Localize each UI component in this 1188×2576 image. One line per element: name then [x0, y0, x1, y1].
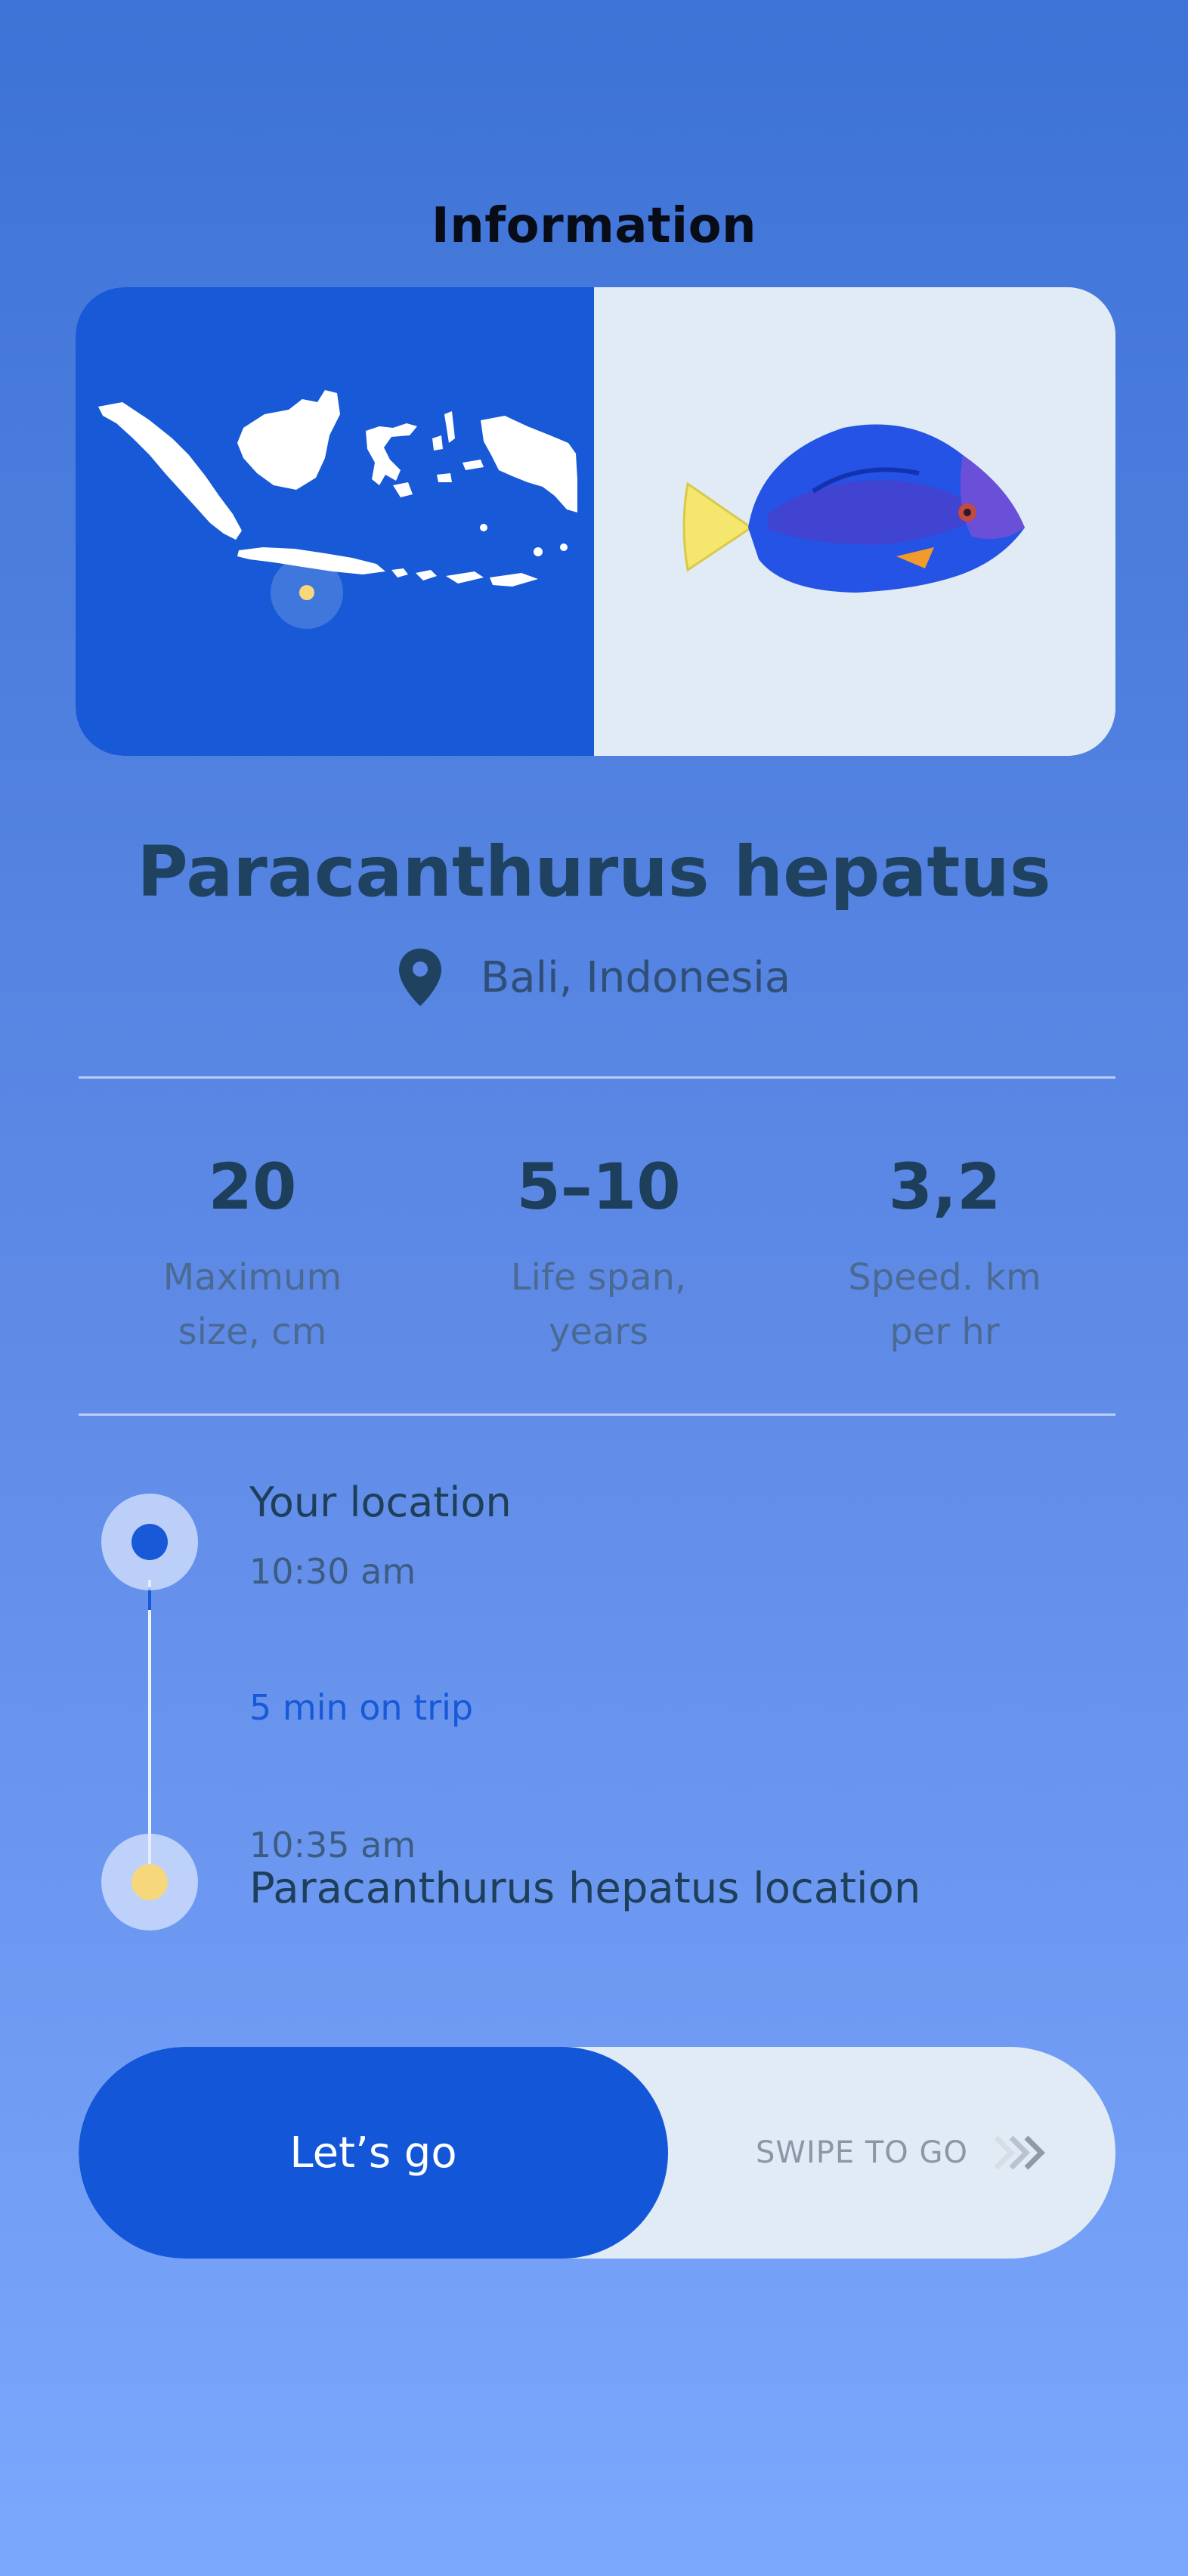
stat-label-line: years — [548, 1311, 649, 1353]
start-location-label: Your location — [249, 1478, 512, 1526]
stat-value: 20 — [208, 1150, 297, 1224]
stat-label-line: per hr — [889, 1311, 1000, 1353]
stat-label-line: Maximum — [162, 1256, 342, 1299]
location-label: Bali, Indonesia — [480, 952, 791, 1002]
divider-bottom — [79, 1413, 1115, 1416]
stat-life-span: 5–10 Life span, years — [425, 1141, 772, 1359]
page-title: Information — [431, 198, 757, 254]
start-marker — [101, 1494, 198, 1590]
stat-speed: 3,2 Speed. km per hr — [771, 1141, 1118, 1359]
end-location-label: Paracanthurus hepatus location — [249, 1864, 921, 1913]
stat-label-line: Life span, — [510, 1256, 687, 1299]
location-pin-icon — [398, 949, 441, 1006]
lets-go-button[interactable]: Let’s go — [79, 2047, 668, 2259]
route-progress — [148, 1587, 151, 1610]
route-line — [148, 1580, 151, 1867]
stat-label-line: Speed. km — [848, 1256, 1041, 1299]
lets-go-label: Let’s go — [289, 2128, 457, 2178]
stat-max-size: 20 Maximum size, cm — [79, 1141, 426, 1359]
swipe-to-go-slider[interactable]: Let’s go SWIPE TO GO — [79, 2047, 1115, 2259]
start-marker-dot — [131, 1524, 168, 1560]
stat-value: 5–10 — [516, 1150, 681, 1224]
trip-duration: 5 min on trip — [249, 1687, 474, 1728]
fish-image — [682, 424, 1025, 593]
end-marker — [101, 1834, 198, 1930]
stat-label: Maximum size, cm — [79, 1250, 426, 1359]
species-name: Paracanthurus hepatus — [137, 831, 1051, 912]
end-marker-dot — [131, 1864, 168, 1900]
stat-label: Life span, years — [425, 1250, 772, 1359]
divider-top — [79, 1076, 1115, 1079]
info-card — [76, 287, 1115, 756]
indonesia-map — [98, 390, 577, 629]
chevrons-right-icon — [994, 2135, 1045, 2170]
end-time: 10:35 am — [249, 1825, 416, 1865]
map-panel[interactable] — [76, 287, 594, 756]
fish-panel — [594, 287, 1115, 756]
swipe-hint: SWIPE TO GO — [756, 2135, 968, 2170]
stat-value: 3,2 — [888, 1150, 1001, 1224]
start-time: 10:30 am — [249, 1551, 416, 1592]
location-row: Bali, Indonesia — [0, 943, 1188, 1011]
stat-label-line: size, cm — [178, 1311, 327, 1353]
stat-label: Speed. km per hr — [771, 1250, 1118, 1359]
